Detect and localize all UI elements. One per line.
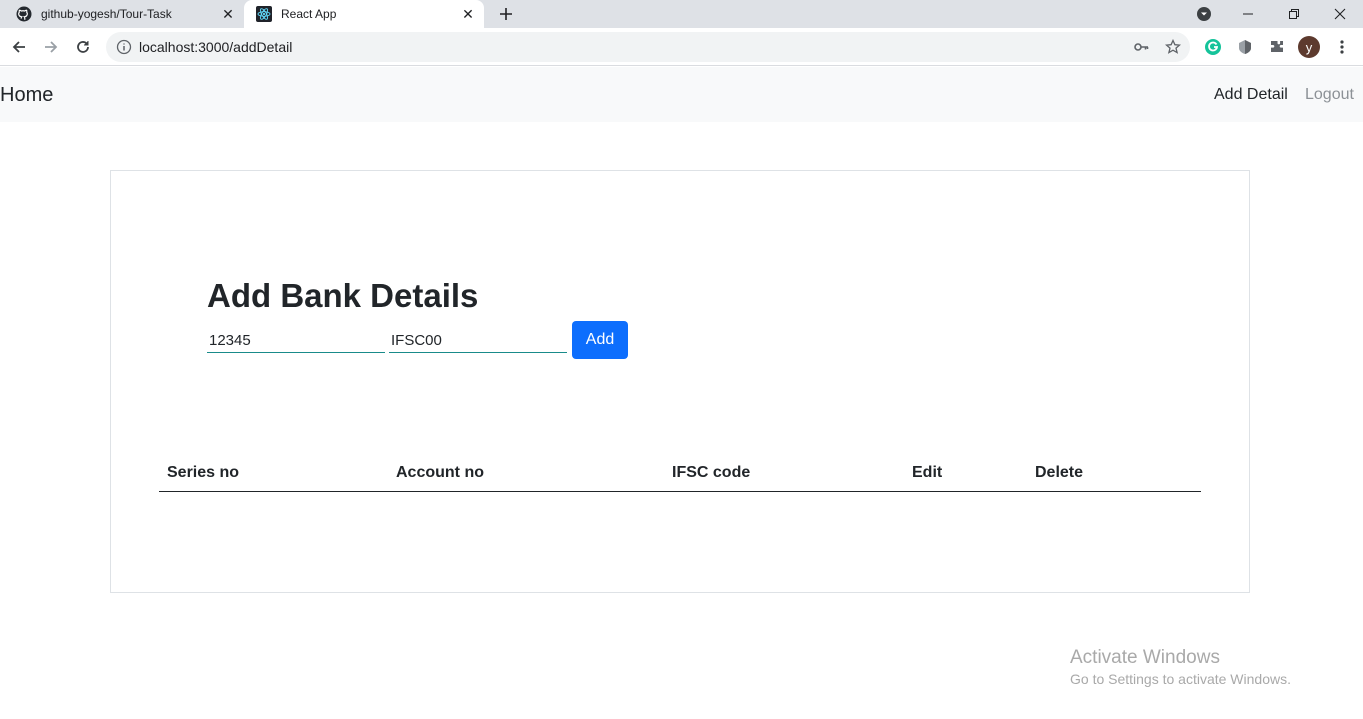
tab-react-app[interactable]: React App ✕: [244, 0, 484, 28]
tab-title: github-yogesh/Tour-Task: [41, 7, 172, 21]
reload-icon[interactable]: [69, 33, 97, 61]
minimize-icon[interactable]: [1225, 0, 1271, 28]
info-icon[interactable]: [116, 39, 132, 55]
forward-icon[interactable]: [37, 33, 65, 61]
nav-link-logout[interactable]: Logout: [1305, 86, 1354, 104]
tab-title: React App: [281, 7, 337, 21]
react-icon: [256, 6, 272, 22]
shield-icon[interactable]: [1235, 37, 1255, 57]
column-header-delete: Delete: [1027, 459, 1201, 492]
bank-details-card: Add Bank Details Add Series no Account n…: [110, 170, 1250, 593]
activate-windows-title: Activate Windows: [1070, 647, 1220, 668]
browser-tab-strip: github-yogesh/Tour-Task ✕ React App ✕: [0, 0, 1363, 28]
grammarly-icon[interactable]: [1203, 37, 1223, 57]
browser-toolbar: localhost:3000/addDetail y: [0, 28, 1363, 66]
bank-details-table: Series no Account no IFSC code Edit Dele…: [159, 459, 1201, 492]
window-close-icon[interactable]: [1317, 0, 1363, 28]
column-header-account-no: Account no: [388, 459, 664, 492]
nav-link-add-detail[interactable]: Add Detail: [1214, 86, 1288, 104]
column-header-edit: Edit: [904, 459, 1027, 492]
restore-icon[interactable]: [1271, 0, 1317, 28]
back-icon[interactable]: [5, 33, 33, 61]
account-number-input[interactable]: [207, 329, 385, 353]
ifsc-code-input[interactable]: [389, 329, 567, 353]
table-header-row: Series no Account no IFSC code Edit Dele…: [159, 459, 1201, 492]
page-title: Add Bank Details: [207, 277, 479, 314]
column-header-ifsc-code: IFSC code: [664, 459, 904, 492]
address-url[interactable]: localhost:3000/addDetail: [139, 39, 292, 55]
menu-kebab-icon[interactable]: [1332, 37, 1352, 57]
app-navbar: Home Add Detail Logout: [0, 67, 1363, 122]
star-icon[interactable]: [1164, 38, 1182, 56]
profile-avatar[interactable]: y: [1298, 36, 1320, 58]
github-icon: [16, 6, 32, 22]
tab-search-icon[interactable]: [1181, 0, 1227, 28]
column-header-series-no: Series no: [159, 459, 388, 492]
navbar-brand-home[interactable]: Home: [0, 84, 53, 107]
add-button[interactable]: Add: [572, 321, 628, 359]
new-tab-icon[interactable]: [494, 2, 518, 26]
extensions-puzzle-icon[interactable]: [1267, 37, 1287, 57]
activate-windows-subtitle: Go to Settings to activate Windows.: [1070, 671, 1291, 687]
close-icon[interactable]: ✕: [216, 2, 240, 26]
close-icon[interactable]: ✕: [456, 2, 480, 26]
key-icon[interactable]: [1132, 38, 1150, 56]
tab-github[interactable]: github-yogesh/Tour-Task ✕: [0, 0, 244, 28]
address-bar[interactable]: localhost:3000/addDetail: [106, 32, 1190, 62]
